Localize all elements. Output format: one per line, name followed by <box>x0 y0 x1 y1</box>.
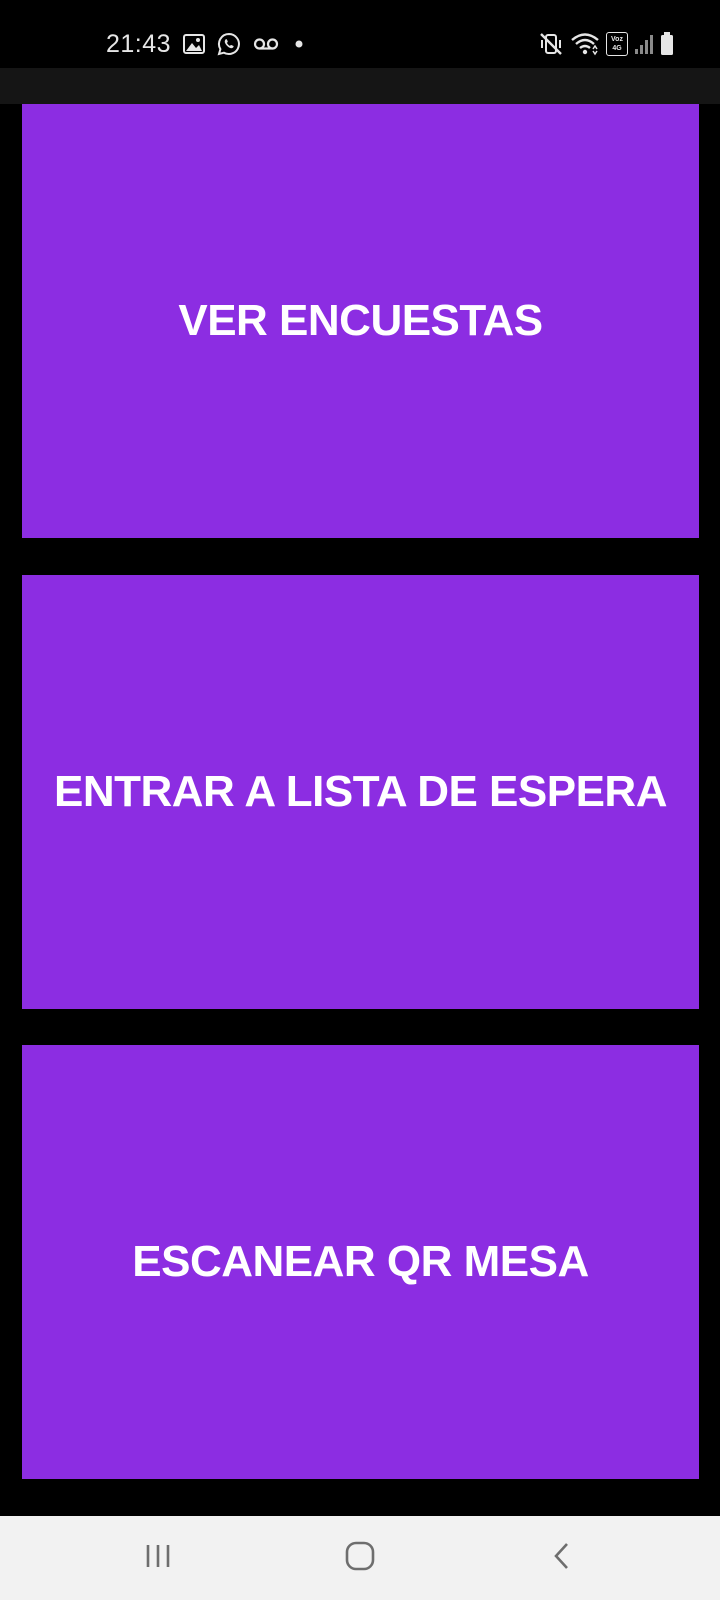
dot-icon <box>291 39 307 49</box>
wifi-icon <box>570 32 600 56</box>
app-screen: 21:43 Voz 4G VER ENCUESTAS ENTRAR A LIST… <box>0 0 720 1600</box>
image-icon <box>183 34 206 54</box>
back-icon <box>552 1541 572 1576</box>
home-button[interactable] <box>300 1516 420 1600</box>
status-right-group: Voz 4G <box>538 28 674 60</box>
signal-icon <box>634 33 654 55</box>
ver-encuestas-label: VER ENCUESTAS <box>178 296 543 345</box>
escanear-qr-mesa-button[interactable]: ESCANEAR QR MESA <box>22 1045 699 1479</box>
system-navigation-bar <box>0 1516 720 1600</box>
entrar-lista-espera-button[interactable]: ENTRAR A LISTA DE ESPERA <box>22 575 699 1009</box>
volte-label-bottom: 4G <box>612 45 622 52</box>
status-bar: 21:43 Voz 4G <box>0 0 720 68</box>
home-icon <box>345 1541 375 1576</box>
recents-button[interactable] <box>98 1516 218 1600</box>
volte-label-top: Voz <box>611 36 623 43</box>
battery-icon <box>660 32 674 56</box>
app-toolbar <box>0 68 720 104</box>
voicemail-icon <box>253 37 279 51</box>
back-button[interactable] <box>502 1516 622 1600</box>
status-time: 21:43 <box>106 29 172 58</box>
whatsapp-icon <box>217 32 241 56</box>
escanear-qr-mesa-label: ESCANEAR QR MESA <box>132 1237 589 1286</box>
volte-4g-icon: Voz 4G <box>606 32 628 56</box>
entrar-lista-espera-label: ENTRAR A LISTA DE ESPERA <box>53 767 668 816</box>
recents-icon <box>144 1543 172 1574</box>
mute-vibrate-icon <box>538 31 564 57</box>
ver-encuestas-button[interactable]: VER ENCUESTAS <box>22 104 699 538</box>
